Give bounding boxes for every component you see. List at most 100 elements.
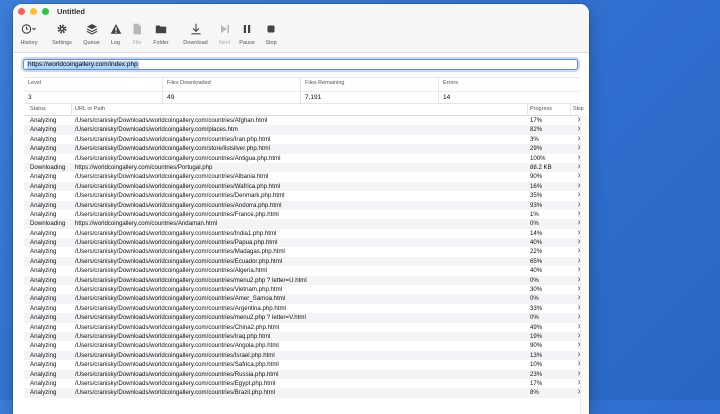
- settings-button[interactable]: Settings: [45, 23, 79, 49]
- row-status: Analyzing: [30, 154, 57, 162]
- gear-icon: [57, 24, 67, 34]
- table-row[interactable]: Analyzing/Users/cranisky/Downloads/world…: [24, 360, 583, 369]
- row-progress: 35%: [530, 192, 543, 200]
- row-url: /Users/cranisky/Downloads/worldcoingalle…: [75, 389, 276, 397]
- download-table: Status URL or Path Progress Skip Analyzi…: [24, 103, 584, 398]
- table-row[interactable]: Analyzing/Users/cranisky/Downloads/world…: [24, 154, 583, 163]
- row-url: https://worldcoingallery.com/countries/P…: [75, 163, 213, 171]
- close-window-button[interactable]: [18, 8, 25, 15]
- table-row[interactable]: Analyzing/Users/cranisky/Downloads/world…: [24, 294, 583, 304]
- downloaded-stat: Files Downloaded 49: [162, 78, 301, 103]
- table-row[interactable]: Analyzing/Users/cranisky/Downloads/world…: [24, 191, 583, 200]
- url-column-header[interactable]: URL or Path: [75, 106, 105, 112]
- row-progress: 0%: [530, 295, 539, 303]
- errors-stat: Errors 14: [438, 78, 580, 103]
- table-row[interactable]: Analyzing/Users/cranisky/Downloads/world…: [24, 247, 583, 256]
- table-scrollbar[interactable]: [580, 115, 589, 414]
- row-status: Analyzing: [30, 389, 57, 397]
- row-url: /Users/cranisky/Downloads/worldcoingalle…: [75, 304, 286, 312]
- row-status: Analyzing: [30, 332, 57, 340]
- table-body: Analyzing/Users/cranisky/Downloads/world…: [24, 116, 583, 398]
- table-row[interactable]: Analyzing/Users/cranisky/Downloads/world…: [24, 323, 583, 332]
- pause-button[interactable]: Pause: [233, 23, 261, 49]
- row-status: Analyzing: [30, 295, 57, 303]
- table-row[interactable]: Analyzing/Users/cranisky/Downloads/world…: [24, 125, 583, 135]
- row-url: /Users/cranisky/Downloads/worldcoingalle…: [75, 145, 270, 153]
- log-label: Log: [110, 40, 121, 46]
- row-url: /Users/cranisky/Downloads/worldcoingalle…: [75, 379, 276, 387]
- row-progress: 16%: [530, 182, 543, 190]
- table-row[interactable]: Analyzing/Users/cranisky/Downloads/world…: [24, 341, 583, 350]
- row-status: Analyzing: [30, 379, 57, 387]
- table-row[interactable]: Analyzing/Users/cranisky/Downloads/world…: [24, 210, 583, 219]
- column-divider: [570, 104, 571, 114]
- table-row[interactable]: Analyzing/Users/cranisky/Downloads/world…: [24, 313, 583, 323]
- table-row[interactable]: Analyzing/Users/cranisky/Downloads/world…: [24, 200, 583, 210]
- url-input[interactable]: https://worldcoingallery.com/index.php: [23, 59, 578, 70]
- table-row[interactable]: Analyzing/Users/cranisky/Downloads/world…: [24, 256, 583, 267]
- next-button[interactable]: Next: [216, 23, 233, 49]
- row-url: /Users/cranisky/Downloads/worldcoingalle…: [75, 192, 285, 200]
- pause-label: Pause: [239, 40, 255, 46]
- stop-icon: [267, 25, 275, 33]
- row-progress: 19%: [530, 332, 543, 340]
- row-status: Analyzing: [30, 276, 57, 284]
- table-row[interactable]: Analyzing/Users/cranisky/Downloads/world…: [24, 304, 583, 313]
- table-row[interactable]: Analyzing/Users/cranisky/Downloads/world…: [24, 379, 583, 388]
- table-row[interactable]: Analyzing/Users/cranisky/Downloads/world…: [24, 144, 583, 154]
- skip-column-header[interactable]: Skip: [573, 106, 584, 112]
- table-row[interactable]: Analyzing/Users/cranisky/Downloads/world…: [24, 116, 583, 125]
- table-row[interactable]: Analyzing/Users/cranisky/Downloads/world…: [24, 331, 583, 342]
- row-url: /Users/cranisky/Downloads/worldcoingalle…: [75, 248, 285, 256]
- column-divider: [71, 104, 72, 114]
- table-row[interactable]: Analyzing/Users/cranisky/Downloads/world…: [24, 135, 583, 144]
- table-row[interactable]: Analyzing/Users/cranisky/Downloads/world…: [24, 369, 583, 379]
- row-progress: 40%: [530, 239, 543, 247]
- table-row[interactable]: Analyzing/Users/cranisky/Downloads/world…: [24, 275, 583, 286]
- minimize-window-button[interactable]: [30, 8, 37, 15]
- queue-button[interactable]: Queue: [79, 23, 104, 49]
- file-button[interactable]: File: [127, 23, 147, 49]
- row-status: Analyzing: [30, 342, 57, 350]
- stop-button[interactable]: Stop: [261, 23, 281, 49]
- log-button[interactable]: Log: [104, 23, 127, 49]
- row-url: /Users/cranisky/Downloads/worldcoingalle…: [75, 135, 271, 143]
- next-label: Next: [218, 40, 231, 46]
- row-status: Analyzing: [30, 126, 57, 134]
- row-url: /Users/cranisky/Downloads/worldcoingalle…: [75, 229, 277, 237]
- row-progress: 17%: [530, 379, 543, 387]
- table-row[interactable]: Downloading https://worldcoingallery.com/…: [24, 219, 583, 229]
- row-progress: 13%: [530, 351, 543, 359]
- folder-button[interactable]: Folder: [147, 23, 175, 49]
- settings-label: Settings: [52, 40, 72, 46]
- table-row[interactable]: Analyzing/Users/cranisky/Downloads/world…: [24, 350, 583, 361]
- progress-column-header[interactable]: Progress: [530, 106, 552, 112]
- table-row[interactable]: Analyzing/Users/cranisky/Downloads/world…: [24, 229, 583, 238]
- download-arrow-icon: [191, 23, 200, 35]
- table-row[interactable]: Downloading https://worldcoingallery.com/…: [24, 162, 583, 173]
- table-row[interactable]: Analyzing/Users/cranisky/Downloads/world…: [24, 266, 583, 275]
- download-button[interactable]: Download: [175, 23, 216, 49]
- row-progress: 88.2 KB: [530, 163, 552, 171]
- zoom-window-button[interactable]: [42, 8, 49, 15]
- table-row[interactable]: Analyzing/Users/cranisky/Downloads/world…: [24, 181, 583, 192]
- table-row[interactable]: Analyzing/Users/cranisky/Downloads/world…: [24, 388, 583, 398]
- row-status: Downloading: [30, 220, 66, 228]
- row-url: /Users/cranisky/Downloads/worldcoingalle…: [75, 370, 279, 378]
- stack-icon: [86, 24, 97, 35]
- row-status: Analyzing: [30, 173, 57, 181]
- table-row[interactable]: Analyzing/Users/cranisky/Downloads/world…: [24, 238, 583, 248]
- table-row[interactable]: Analyzing/Users/cranisky/Downloads/world…: [24, 285, 583, 294]
- row-status: Analyzing: [30, 210, 57, 218]
- stop-label: Stop: [265, 40, 277, 46]
- downloaded-label: Files Downloaded: [167, 80, 211, 86]
- folder-label: Folder: [153, 40, 169, 46]
- row-status: Analyzing: [30, 286, 57, 294]
- history-button[interactable]: History: [13, 23, 45, 49]
- document-icon: [133, 23, 141, 35]
- row-progress: 90%: [530, 342, 543, 350]
- table-header: Status URL or Path Progress Skip: [24, 103, 584, 116]
- table-row[interactable]: Analyzing/Users/cranisky/Downloads/world…: [24, 172, 583, 181]
- status-column-header[interactable]: Status: [30, 106, 46, 112]
- row-url: /Users/cranisky/Downloads/worldcoingalle…: [75, 332, 271, 340]
